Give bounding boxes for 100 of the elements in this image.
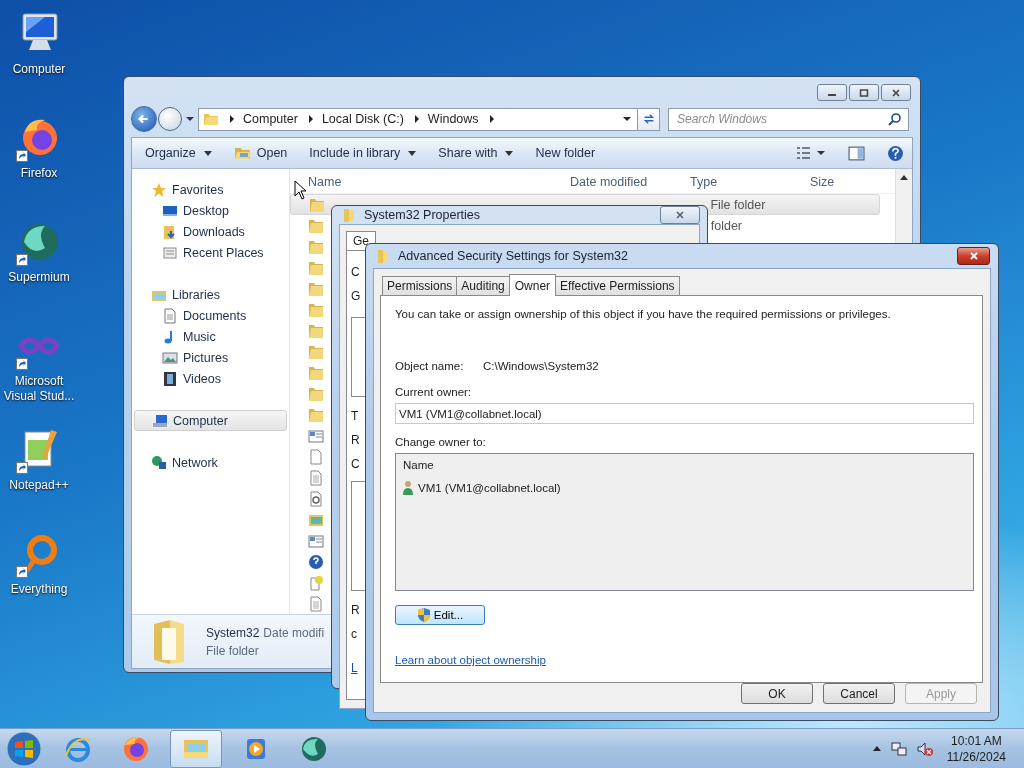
document-icon — [162, 307, 178, 324]
navigation-item[interactable]: Music — [132, 326, 289, 347]
toolbar-button[interactable]: Open — [228, 142, 293, 164]
help-icon[interactable] — [308, 553, 324, 570]
mouse-cursor-icon — [294, 180, 306, 200]
edit-button[interactable]: Edit... — [395, 605, 485, 625]
learn-more-link[interactable]: Learn about object ownership — [395, 654, 546, 666]
desktop-icon-label[interactable]: Notepad++ — [1, 478, 77, 493]
dropdown-caret-icon[interactable] — [623, 116, 631, 122]
item-date-label: Date modifi — [263, 625, 325, 640]
view-options-icon[interactable] — [796, 145, 826, 161]
tab[interactable]: Auditing — [456, 276, 510, 295]
owner-list-item[interactable]: VM1 (VM1@collabnet.local) — [396, 479, 567, 497]
breadcrumb-arrow-icon[interactable] — [413, 115, 420, 123]
navigation-item[interactable]: Network — [132, 452, 289, 473]
desktop-icon-label[interactable]: Everything — [1, 582, 77, 597]
desktop-icon-label[interactable]: Computer — [1, 62, 77, 77]
refresh-arrows-icon — [641, 112, 656, 126]
forward-button[interactable] — [158, 107, 182, 131]
help-icon[interactable] — [887, 144, 904, 162]
desktop-icon-label[interactable]: Microsoft Visual Stud... — [1, 374, 77, 404]
dialog-button[interactable]: OK — [741, 683, 813, 704]
breadcrumb-item[interactable]: Local Disk (C:) — [321, 112, 404, 126]
user-icon — [402, 480, 414, 496]
muted-speaker-icon[interactable] — [916, 740, 933, 757]
picture-icon — [162, 349, 178, 366]
dialog-button[interactable]: Cancel — [823, 683, 895, 704]
maximize-icon — [859, 88, 869, 97]
toolbar-button[interactable]: Include in library — [304, 143, 422, 163]
item-name: System32 — [206, 625, 260, 640]
column-header[interactable]: Size — [810, 174, 888, 189]
network-icon[interactable] — [890, 740, 907, 757]
type-cell-text: File folder — [709, 197, 766, 212]
navigation-item[interactable]: Desktop — [132, 200, 289, 221]
link[interactable]: L — [351, 661, 358, 675]
breadcrumb-arrow-icon[interactable] — [488, 115, 495, 123]
column-header[interactable]: Name — [396, 459, 434, 471]
shield-icon — [416, 607, 431, 623]
maximize-button[interactable] — [849, 84, 879, 101]
toolbar-button[interactable]: Organize — [140, 143, 217, 163]
label: c — [351, 627, 357, 641]
desktop-icon-label[interactable]: Supermium — [1, 270, 77, 285]
close-button[interactable] — [881, 84, 911, 101]
show-hidden-icons-arrow-icon[interactable] — [872, 746, 881, 751]
breadcrumb-item[interactable]: Windows — [427, 112, 479, 126]
close-icon — [675, 211, 685, 219]
clock-date[interactable]: 11/26/2024 — [946, 748, 1006, 765]
back-button[interactable] — [131, 106, 157, 132]
navigation-item[interactable]: Documents — [132, 305, 289, 326]
film-icon — [162, 370, 178, 387]
column-header[interactable]: Date modified — [570, 174, 690, 189]
navigation-item[interactable]: Favorites — [132, 179, 289, 200]
breadcrumb-arrow-icon[interactable] — [229, 115, 235, 123]
settings-file-icon[interactable] — [308, 490, 324, 507]
window-file-icon[interactable] — [308, 532, 324, 549]
search-field[interactable]: Search Windows — [668, 107, 909, 131]
recent-pages-caret-icon[interactable] — [186, 116, 194, 122]
toolbar-button[interactable]: New folder — [530, 143, 601, 163]
tab[interactable]: Permissions — [382, 276, 458, 295]
open-folder-icon — [233, 145, 252, 161]
folder-icon — [203, 111, 219, 127]
scroll-up-arrow-icon[interactable] — [900, 175, 908, 180]
address-bar[interactable]: Computer Local Disk (C:) Windows — [198, 107, 638, 131]
column-header[interactable]: Name — [290, 174, 570, 189]
close-icon — [968, 252, 979, 260]
breadcrumb-item[interactable]: Computer — [243, 112, 298, 126]
network-icon — [151, 454, 167, 471]
computer-icon — [152, 412, 168, 429]
tab[interactable]: Owner — [508, 274, 557, 296]
label: C — [351, 265, 360, 279]
tab[interactable]: Effective Permissions — [555, 276, 680, 295]
navigation-item[interactable]: Recent Places — [132, 242, 289, 263]
navigation-item[interactable]: Videos — [132, 368, 289, 389]
navigation-item[interactable]: Libraries — [132, 284, 289, 305]
desktop-icon-label[interactable]: Firefox — [1, 166, 77, 181]
close-button[interactable] — [957, 247, 990, 265]
field-label: Current owner: — [395, 386, 472, 398]
taskbar-app-button[interactable] — [170, 729, 222, 768]
window-title: Advanced Security Settings for System32 — [398, 249, 628, 263]
label: R — [351, 603, 360, 617]
minimize-button[interactable] — [817, 84, 847, 101]
navigation-item[interactable]: Pictures — [132, 347, 289, 368]
clock-time[interactable]: 10:01 AM — [951, 732, 1002, 749]
current-owner-field[interactable]: VM1 (VM1@collabnet.local) — [395, 403, 974, 424]
recent-places-icon — [162, 244, 178, 261]
toolbar-button[interactable]: Share with — [433, 143, 519, 163]
caret-icon — [203, 150, 212, 156]
downloads-folder-icon — [162, 223, 178, 240]
column-header[interactable]: Type — [690, 174, 810, 189]
field-label: Object name: — [395, 360, 465, 372]
preview-pane-icon[interactable] — [848, 144, 865, 162]
window-file-icon[interactable] — [308, 427, 324, 444]
label: R — [351, 433, 360, 447]
refresh-button[interactable] — [638, 107, 660, 131]
navigation-item[interactable]: Computer — [134, 410, 287, 431]
navigation-item[interactable]: Downloads — [132, 221, 289, 242]
type-cell-text: folder — [709, 218, 742, 233]
label: G — [351, 289, 361, 303]
breadcrumb-arrow-icon[interactable] — [307, 115, 314, 123]
start-button[interactable] — [4, 728, 44, 768]
